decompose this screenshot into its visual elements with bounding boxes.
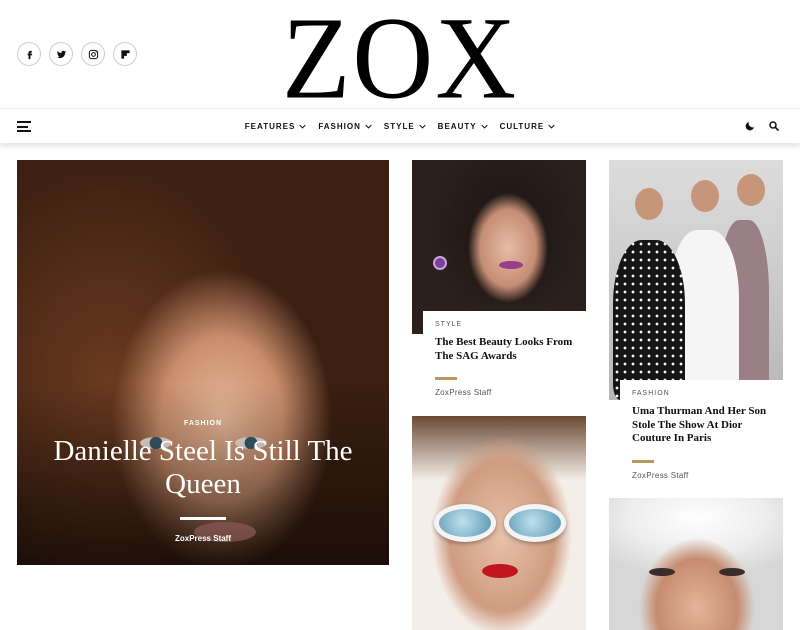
- card-category[interactable]: STYLE: [435, 321, 574, 328]
- nav-item-style[interactable]: STYLE: [384, 122, 426, 131]
- lips-shape: [499, 261, 523, 269]
- eye-shape: [649, 568, 675, 576]
- site-logo[interactable]: ZOX: [282, 4, 518, 113]
- card-info-2: FASHION Uma Thurman And Her Son Stole Th…: [620, 380, 783, 480]
- chevron-down-icon: [299, 124, 306, 129]
- search-icon[interactable]: [768, 120, 780, 132]
- hero-author[interactable]: ZoxPress Staff: [17, 534, 389, 543]
- nav-item-label: FEATURES: [244, 122, 296, 131]
- card-image-runway[interactable]: [609, 160, 783, 400]
- nav-item-label: FASHION: [318, 122, 361, 131]
- sunglass-lens-shape: [434, 504, 496, 542]
- twitter-icon[interactable]: [49, 42, 73, 66]
- hero-divider: [180, 517, 226, 520]
- nav-item-label: BEAUTY: [437, 122, 477, 131]
- lips-shape: [482, 564, 518, 578]
- sunglass-lens-shape: [504, 504, 566, 542]
- card-image-fur-hat[interactable]: [609, 498, 783, 630]
- model-head: [737, 174, 765, 206]
- card-divider: [435, 377, 457, 380]
- nav-item-features[interactable]: FEATURES: [245, 122, 307, 131]
- card-image-beauty[interactable]: [412, 160, 586, 334]
- card-info-1: STYLE The Best Beauty Looks From The SAG…: [423, 311, 586, 403]
- chevron-down-icon: [365, 124, 372, 129]
- nav-item-fashion[interactable]: FASHION: [318, 122, 372, 131]
- flipboard-icon[interactable]: [113, 42, 137, 66]
- social-links: [17, 42, 137, 66]
- eye-shape: [719, 568, 745, 576]
- model-head: [635, 188, 663, 220]
- facebook-icon[interactable]: [17, 42, 41, 66]
- hero-category[interactable]: FASHION: [17, 420, 389, 427]
- nav-actions: [744, 120, 780, 132]
- instagram-icon[interactable]: [81, 42, 105, 66]
- hero-caption: FASHION Danielle Steel Is Still The Quee…: [17, 420, 389, 543]
- card-title[interactable]: The Best Beauty Looks From The SAG Award…: [435, 336, 574, 363]
- card-author[interactable]: ZoxPress Staff: [632, 471, 771, 480]
- chevron-down-icon: [548, 124, 555, 129]
- model-figure: [613, 240, 685, 400]
- card-category[interactable]: FASHION: [632, 390, 771, 397]
- card-author[interactable]: ZoxPress Staff: [435, 388, 574, 397]
- chevron-down-icon: [419, 124, 426, 129]
- hero-title[interactable]: Danielle Steel Is Still The Queen: [17, 435, 389, 501]
- model-head: [691, 180, 719, 212]
- nav-item-label: CULTURE: [499, 122, 545, 131]
- nav-item-label: STYLE: [383, 122, 415, 131]
- nav-item-culture[interactable]: CULTURE: [500, 122, 556, 131]
- card-image-sunglasses[interactable]: [412, 416, 586, 630]
- nav-item-beauty[interactable]: BEAUTY: [438, 122, 488, 131]
- card-divider: [632, 459, 654, 463]
- primary-menu: FEATURES FASHION STYLE BEAUTY CULTURE: [0, 109, 800, 144]
- card-title[interactable]: Uma Thurman And Her Son Stole The Show A…: [632, 405, 771, 446]
- main-navbar: FEATURES FASHION STYLE BEAUTY CULTURE: [0, 108, 800, 143]
- ring-shape: [433, 256, 447, 270]
- dark-mode-moon-icon[interactable]: [744, 120, 756, 132]
- chevron-down-icon: [480, 124, 488, 129]
